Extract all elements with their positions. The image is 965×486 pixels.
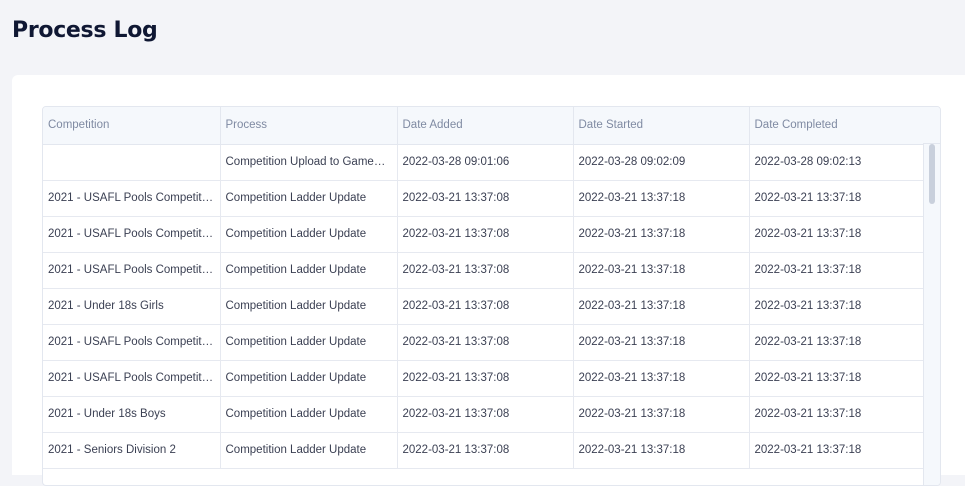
cell-date-started: 2022-03-21 13:37:18: [573, 180, 750, 217]
cell-date-started: 2022-03-21 13:37:18: [573, 360, 750, 397]
cell-date-completed: 2022-03-21 13:37:18: [749, 324, 926, 361]
cell-date-added: 2022-03-28 09:01:06: [397, 144, 574, 181]
cell-process: Competition Ladder Update: [220, 252, 398, 289]
cell-competition: 2021 - USAFL Pools Competition: [43, 180, 221, 217]
table-row[interactable]: 2021 - USAFL Pools Competition Competitio…: [43, 324, 926, 361]
table-body: Competition Upload to GameDay 2022-03-28 …: [43, 144, 926, 469]
cell-date-started: 2022-03-21 13:37:18: [573, 216, 750, 253]
cell-date-completed: 2022-03-21 13:37:18: [749, 252, 926, 289]
column-header-process[interactable]: Process: [220, 107, 398, 145]
cell-competition: 2021 - Under 18s Girls: [43, 288, 221, 325]
cell-date-added: 2022-03-21 13:37:08: [397, 252, 574, 289]
cell-date-completed: 2022-03-21 13:37:18: [749, 216, 926, 253]
cell-process: Competition Ladder Update: [220, 324, 398, 361]
table-row[interactable]: 2021 - Under 18s Girls Competition Ladder…: [43, 288, 926, 325]
table-row[interactable]: 2021 - Under 18s Boys Competition Ladder …: [43, 396, 926, 433]
cell-date-completed: 2022-03-21 13:37:18: [749, 360, 926, 397]
cell-date-added: 2022-03-21 13:37:08: [397, 396, 574, 433]
table-header-filler: [923, 107, 940, 144]
cell-competition: 2021 - USAFL Pools Competition: [43, 216, 221, 253]
table-header: Competition Process Date Added Date Started…: [43, 107, 926, 145]
cell-competition: 2021 - USAFL Pools Competition: [43, 360, 221, 397]
cell-date-completed: 2022-03-21 13:37:18: [749, 396, 926, 433]
cell-date-added: 2022-03-21 13:37:08: [397, 216, 574, 253]
column-header-date-started[interactable]: Date Started: [573, 107, 750, 145]
cell-date-started: 2022-03-21 13:37:18: [573, 324, 750, 361]
cell-date-added: 2022-03-21 13:37:08: [397, 360, 574, 397]
page-title: Process Log: [12, 18, 158, 43]
cell-process: Competition Ladder Update: [220, 216, 398, 253]
process-log-card: Competition Process Date Added Date Started…: [12, 75, 965, 486]
cell-date-completed: 2022-03-21 13:37:18: [749, 288, 926, 325]
table-row[interactable]: 2021 - USAFL Pools Competition Competitio…: [43, 180, 926, 217]
table-header-row: Competition Process Date Added Date Started…: [43, 107, 926, 145]
table-scrollbar-thumb[interactable]: [929, 144, 935, 204]
cell-date-completed: 2022-03-28 09:02:13: [749, 144, 926, 181]
column-header-competition[interactable]: Competition: [43, 107, 221, 145]
column-header-date-added[interactable]: Date Added: [397, 107, 574, 145]
cell-competition: 2021 - Under 18s Boys: [43, 396, 221, 433]
cell-date-started: 2022-03-21 13:37:18: [573, 252, 750, 289]
process-log-table: Competition Process Date Added Date Started…: [43, 107, 926, 469]
cell-date-added: 2022-03-21 13:37:08: [397, 180, 574, 217]
table-row[interactable]: 2021 - USAFL Pools Competition Competitio…: [43, 252, 926, 289]
cell-competition: [43, 144, 221, 181]
cell-date-started: 2022-03-21 13:37:18: [573, 396, 750, 433]
table-row[interactable]: 2021 - USAFL Pools Competition Competitio…: [43, 360, 926, 397]
cell-date-added: 2022-03-21 13:37:08: [397, 324, 574, 361]
table-scrollbar[interactable]: [923, 144, 940, 485]
table-row[interactable]: Competition Upload to GameDay 2022-03-28 …: [43, 144, 926, 181]
cell-competition: 2021 - USAFL Pools Competition: [43, 252, 221, 289]
cell-date-started: 2022-03-21 13:37:18: [573, 288, 750, 325]
column-header-date-completed[interactable]: Date Completed: [749, 107, 926, 145]
cell-competition: 2021 - USAFL Pools Competition: [43, 324, 221, 361]
cell-date-added: 2022-03-21 13:37:08: [397, 288, 574, 325]
cell-process: Competition Upload to GameDay: [220, 144, 398, 181]
cell-process: Competition Ladder Update: [220, 288, 398, 325]
cell-date-completed: 2022-03-21 13:37:18: [749, 180, 926, 217]
cell-date-started: 2022-03-28 09:02:09: [573, 144, 750, 181]
table-row[interactable]: 2021 - USAFL Pools Competition Competitio…: [43, 216, 926, 253]
process-log-table-container: Competition Process Date Added Date Started…: [42, 106, 941, 486]
cell-process: Competition Ladder Update: [220, 360, 398, 397]
cell-process: Competition Ladder Update: [220, 396, 398, 433]
cell-process: Competition Ladder Update: [220, 180, 398, 217]
